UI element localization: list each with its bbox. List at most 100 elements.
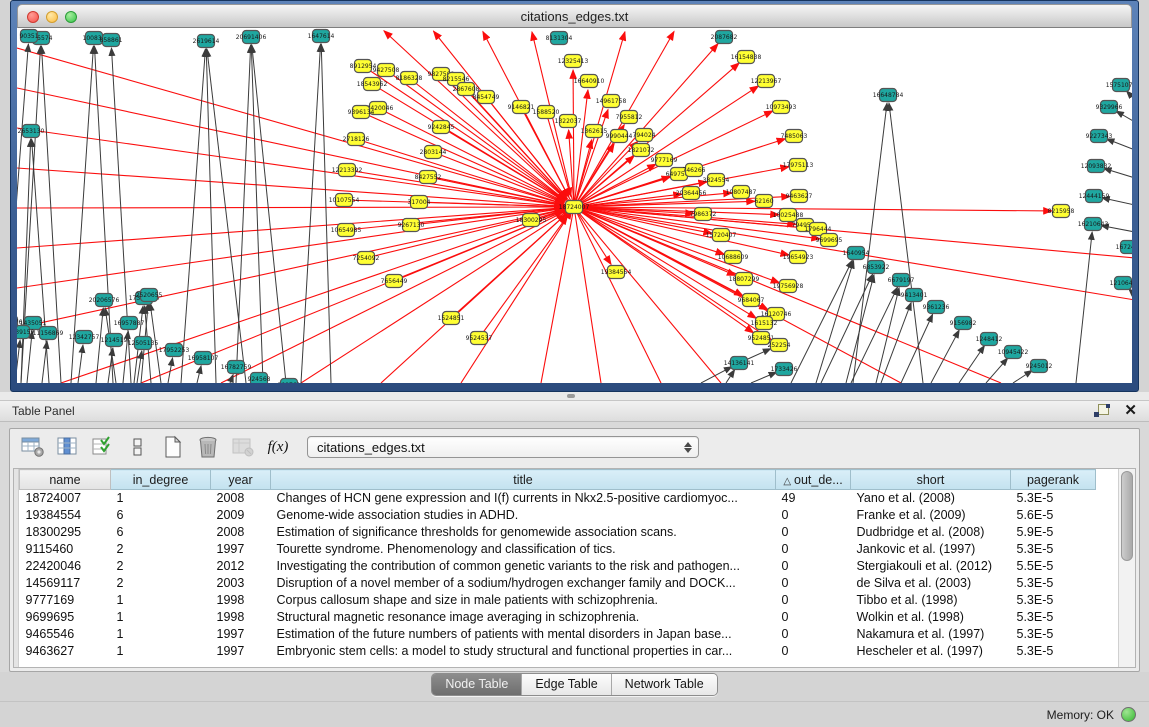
column-header-title[interactable]: title — [271, 470, 776, 490]
table-cell[interactable]: 2009 — [211, 507, 271, 524]
table-cell[interactable]: 2 — [111, 541, 211, 558]
table-cell[interactable]: Estimation of the future numbers of pati… — [271, 626, 776, 643]
table-cell[interactable]: 9465546 — [20, 626, 111, 643]
table-row[interactable]: 911546021997Tourette syndrome. Phenomeno… — [20, 541, 1096, 558]
table-cell[interactable]: 5.3E-5 — [1011, 541, 1096, 558]
table-cell[interactable]: 1 — [111, 609, 211, 626]
table-row[interactable]: 946554611997Estimation of the future num… — [20, 626, 1096, 643]
table-cell[interactable]: Changes of HCN gene expression and I(f) … — [271, 490, 776, 507]
column-header-in-degree[interactable]: in_degree — [111, 470, 211, 490]
table-cell[interactable]: 1 — [111, 643, 211, 660]
table-cell[interactable]: 9115460 — [20, 541, 111, 558]
divider-grip-icon[interactable] — [567, 394, 575, 398]
table-cell[interactable]: Jankovic et al. (1997) — [851, 541, 1011, 558]
window-titlebar[interactable]: citations_edges.txt — [17, 4, 1132, 28]
table-cell[interactable]: 1998 — [211, 609, 271, 626]
table-cell[interactable]: Tourette syndrome. Phenomenology and cla… — [271, 541, 776, 558]
table-cell[interactable]: 2008 — [211, 524, 271, 541]
table-cell[interactable]: 1997 — [211, 643, 271, 660]
table-cell[interactable]: Structural magnetic resonance image aver… — [271, 609, 776, 626]
table-cell[interactable]: 0 — [776, 643, 851, 660]
table-cell[interactable]: 19384554 — [20, 507, 111, 524]
column-header-out-de-[interactable]: △out_de... — [776, 470, 851, 490]
table-cell[interactable]: 1 — [111, 626, 211, 643]
table-cell[interactable]: 9699695 — [20, 609, 111, 626]
table-row[interactable]: 969969511998Structural magnetic resonanc… — [20, 609, 1096, 626]
table-cell[interactable]: 0 — [776, 609, 851, 626]
float-panel-icon[interactable] — [1094, 404, 1110, 418]
table-cell[interactable]: 5.3E-5 — [1011, 575, 1096, 592]
table-cell[interactable]: 18724007 — [20, 490, 111, 507]
function-builder-button[interactable]: f(x) — [264, 433, 292, 461]
zoom-window-icon[interactable] — [65, 11, 77, 23]
table-cell[interactable]: 0 — [776, 524, 851, 541]
delete-table-button[interactable] — [194, 433, 222, 461]
column-header-short[interactable]: short — [851, 470, 1011, 490]
table-cell[interactable]: Genome-wide association studies in ADHD. — [271, 507, 776, 524]
table-cell[interactable]: 18300295 — [20, 524, 111, 541]
table-cell[interactable]: 9463627 — [20, 643, 111, 660]
table-cell[interactable]: Yano et al. (2008) — [851, 490, 1011, 507]
panel-divider[interactable] — [0, 392, 1149, 401]
table-cell[interactable]: Nakamura et al. (1997) — [851, 626, 1011, 643]
table-cell[interactable]: Hescheler et al. (1997) — [851, 643, 1011, 660]
row-height-button[interactable] — [124, 433, 152, 461]
table-cell[interactable]: 6 — [111, 507, 211, 524]
memory-ok-led-icon[interactable] — [1121, 707, 1136, 722]
table-cell[interactable]: 9777169 — [20, 592, 111, 609]
table-cell[interactable]: 1997 — [211, 541, 271, 558]
table-selector[interactable]: citations_edges.txt — [307, 436, 699, 458]
insert-column-button[interactable] — [54, 433, 82, 461]
table-vertical-scrollbar[interactable] — [1118, 469, 1135, 667]
minimize-window-icon[interactable] — [46, 11, 58, 23]
table-cell[interactable]: Disruption of a novel member of a sodium… — [271, 575, 776, 592]
table-cell[interactable]: Dudbridge et al. (2008) — [851, 524, 1011, 541]
tab-network-table[interactable]: Network Table — [611, 674, 717, 695]
table-cell[interactable]: Embryonic stem cells: a model to study s… — [271, 643, 776, 660]
table-cell[interactable]: 1 — [111, 592, 211, 609]
close-panel-icon[interactable]: ✕ — [1124, 404, 1137, 418]
table-cell[interactable]: 0 — [776, 626, 851, 643]
table-cell[interactable]: 5.3E-5 — [1011, 592, 1096, 609]
network-canvas[interactable]: 1872400718300295193845548912954942750818… — [17, 28, 1132, 383]
table-row[interactable]: 977716911998Corpus callosum shape and si… — [20, 592, 1096, 609]
table-cell[interactable]: Franke et al. (2009) — [851, 507, 1011, 524]
table-cell[interactable]: 14569117 — [20, 575, 111, 592]
table-cell[interactable]: de Silva et al. (2003) — [851, 575, 1011, 592]
table-cell[interactable]: 1 — [111, 490, 211, 507]
table-cell[interactable]: 5.3E-5 — [1011, 626, 1096, 643]
table-cell[interactable]: 22420046 — [20, 558, 111, 575]
tab-node-table[interactable]: Node Table — [432, 674, 521, 695]
import-table-button[interactable] — [229, 433, 257, 461]
table-cell[interactable]: 2 — [111, 558, 211, 575]
select-rows-button[interactable] — [89, 433, 117, 461]
table-cell[interactable]: Estimation of significance thresholds fo… — [271, 524, 776, 541]
table-cell[interactable]: 2012 — [211, 558, 271, 575]
table-cell[interactable]: 0 — [776, 575, 851, 592]
table-cell[interactable]: 5.3E-5 — [1011, 490, 1096, 507]
table-cell[interactable]: 49 — [776, 490, 851, 507]
column-header-year[interactable]: year — [211, 470, 271, 490]
table-cell[interactable]: 0 — [776, 541, 851, 558]
table-cell[interactable]: 6 — [111, 524, 211, 541]
table-cell[interactable]: Corpus callosum shape and size in male p… — [271, 592, 776, 609]
table-cell[interactable]: 2 — [111, 575, 211, 592]
table-cell[interactable]: 2003 — [211, 575, 271, 592]
table-cell[interactable]: 5.9E-5 — [1011, 524, 1096, 541]
table-cell[interactable]: Investigating the contribution of common… — [271, 558, 776, 575]
table-cell[interactable]: Tibbo et al. (1998) — [851, 592, 1011, 609]
table-row[interactable]: 946362711997Embryonic stem cells: a mode… — [20, 643, 1096, 660]
tab-edge-table[interactable]: Edge Table — [521, 674, 610, 695]
table-cell[interactable]: Stergiakouli et al. (2012) — [851, 558, 1011, 575]
column-header-pagerank[interactable]: pagerank — [1011, 470, 1096, 490]
table-cell[interactable]: 0 — [776, 558, 851, 575]
scrollbar-thumb[interactable] — [1121, 471, 1133, 561]
table-row[interactable]: 2242004622012Investigating the contribut… — [20, 558, 1096, 575]
table-row[interactable]: 1938455462009Genome-wide association stu… — [20, 507, 1096, 524]
close-window-icon[interactable] — [27, 11, 39, 23]
table-cell[interactable]: 5.6E-5 — [1011, 507, 1096, 524]
table-row[interactable]: 1456911722003Disruption of a novel membe… — [20, 575, 1096, 592]
table-cell[interactable]: 2008 — [211, 490, 271, 507]
table-row[interactable]: 1830029562008Estimation of significance … — [20, 524, 1096, 541]
table-settings-button[interactable] — [19, 433, 47, 461]
